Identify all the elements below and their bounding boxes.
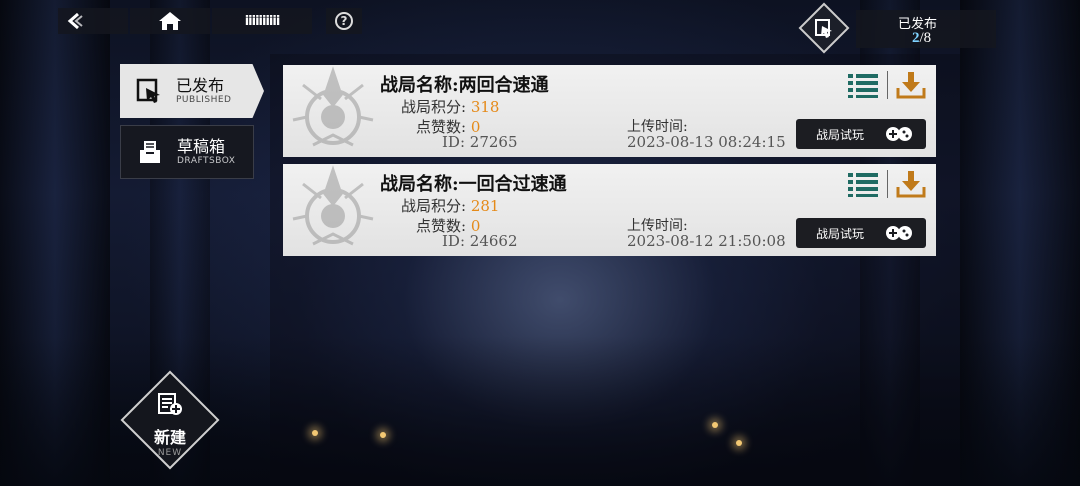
new-button-content: 新建 NEW <box>120 392 220 458</box>
card-actions <box>847 71 926 99</box>
top-bar: iiiiiiiiii ? <box>58 8 362 34</box>
battle-title-prefix: 战局名称: <box>380 75 459 96</box>
battle-title-value: 一回合过速通 <box>458 174 567 195</box>
emblem-icon <box>292 66 374 147</box>
bg-light <box>736 440 742 446</box>
battle-title-prefix: 战局名称: <box>380 174 459 195</box>
emblem-icon <box>292 165 374 246</box>
publish-status: 已发布 2/8 <box>798 2 1000 54</box>
try-play-button[interactable]: 战局试玩 <box>796 218 926 248</box>
download-icon[interactable] <box>896 71 926 99</box>
action-divider <box>887 71 888 99</box>
try-play-button[interactable]: 战局试玩 <box>796 119 926 149</box>
list-icon[interactable] <box>847 171 879 197</box>
gamepad-icon <box>886 127 912 141</box>
home-icon <box>159 12 181 30</box>
gamepad-icon <box>886 226 912 240</box>
score-value: 281 <box>470 197 500 215</box>
battle-id: ID: 24662 <box>442 232 518 250</box>
drafts-icon <box>135 137 165 167</box>
published-icon <box>134 76 164 106</box>
list-icon[interactable] <box>847 72 879 98</box>
tab-drafts-sublabel: DRAFTSBOX <box>177 156 236 166</box>
bg-light <box>712 422 718 428</box>
publish-count-box: 已发布 2/8 <box>856 10 996 48</box>
battle-score: 战局积分: 281 <box>401 195 499 216</box>
id-label: ID: <box>442 133 466 151</box>
try-play-label: 战局试玩 <box>816 127 865 142</box>
published-status-icon <box>798 2 850 54</box>
upload-time-value: 2023-08-13 08:24:15 <box>627 133 786 151</box>
battle-score: 战局积分: 318 <box>401 96 499 117</box>
upload-time-value: 2023-08-12 21:50:08 <box>627 232 786 250</box>
help-icon: ? <box>335 12 353 30</box>
id-value: 27265 <box>469 133 518 151</box>
battle-card[interactable]: 战局名称:两回合速通 战局积分: 318 点赞数: 0 ID: 27265 上传… <box>283 65 936 157</box>
player-name: iiiiiiiiii <box>212 8 312 34</box>
publish-count-total: /8 <box>919 30 932 46</box>
bg-light <box>380 432 386 438</box>
back-arrow-icon <box>67 12 83 30</box>
tab-published-label: 已发布 <box>176 76 225 95</box>
help-button[interactable]: ? <box>326 8 362 34</box>
battle-title: 战局名称:一回合过速通 <box>380 170 567 196</box>
tab-drafts[interactable]: 草稿箱 DRAFTSBOX <box>120 125 254 179</box>
tab-published-sublabel: PUBLISHED <box>176 95 232 105</box>
new-doc-icon <box>158 393 182 415</box>
action-divider <box>887 170 888 198</box>
tab-published[interactable]: 已发布 PUBLISHED <box>120 64 264 118</box>
tab-drafts-label: 草稿箱 <box>177 137 226 156</box>
battle-title-value: 两回合速通 <box>458 75 549 96</box>
id-value: 24662 <box>469 232 518 250</box>
score-value: 318 <box>470 98 500 116</box>
bg-light <box>312 430 318 436</box>
battle-card[interactable]: 战局名称:一回合过速通 战局积分: 281 点赞数: 0 ID: 24662 上… <box>283 164 936 256</box>
card-actions <box>847 170 926 198</box>
battle-title: 战局名称:两回合速通 <box>380 71 549 97</box>
new-button-sublabel: NEW <box>157 448 183 458</box>
publish-count: 2/8 <box>912 30 931 47</box>
try-play-label: 战局试玩 <box>816 226 865 241</box>
download-icon[interactable] <box>896 170 926 198</box>
score-label: 战局积分: <box>401 197 467 215</box>
publish-count-current: 2 <box>912 30 920 46</box>
score-label: 战局积分: <box>401 98 467 116</box>
home-button[interactable] <box>130 8 210 34</box>
new-button-label: 新建 <box>153 428 186 447</box>
new-button[interactable]: 新建 NEW <box>120 370 220 470</box>
battle-id: ID: 27265 <box>442 133 518 151</box>
back-button[interactable] <box>58 8 128 34</box>
id-label: ID: <box>442 232 466 250</box>
